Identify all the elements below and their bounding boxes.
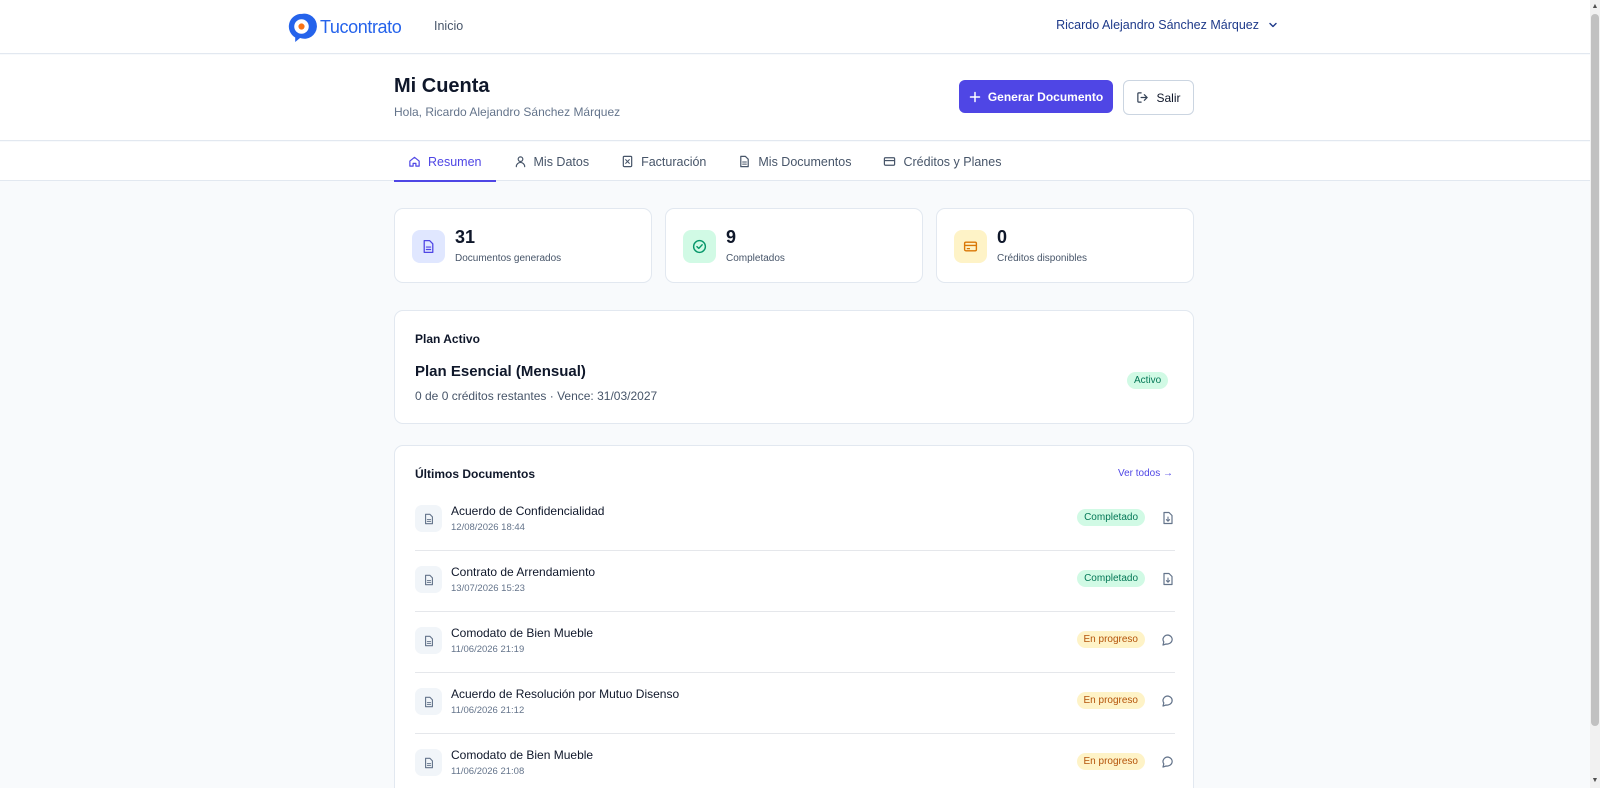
document-date: 12/08/2026 18:44 xyxy=(451,522,525,533)
document-icon xyxy=(415,627,442,654)
logout-icon xyxy=(1137,92,1149,103)
tab-label: Facturación xyxy=(641,154,707,169)
plus-icon xyxy=(969,91,981,102)
document-icon xyxy=(415,505,442,532)
logout-label: Salir xyxy=(1156,90,1181,105)
brand-name: Tucontrato xyxy=(320,17,402,37)
home-icon xyxy=(409,156,420,167)
document-title: Acuerdo de Confidencialidad xyxy=(451,504,605,518)
document-title: Contrato de Arrendamiento xyxy=(451,565,596,579)
tab-creditos-planes[interactable]: Créditos y Planes xyxy=(869,142,1015,181)
scroll-down-arrow-icon[interactable]: ▼ xyxy=(1591,776,1599,786)
nav-link-inicio[interactable]: Inicio xyxy=(434,19,463,33)
plan-status-badge: Activo xyxy=(1127,372,1169,389)
file-icon xyxy=(740,155,750,168)
documents-heading: Últimos Documentos xyxy=(415,467,536,481)
document-row[interactable]: Acuerdo de Confidencialidad 12/08/2026 1… xyxy=(415,490,1175,551)
account-tabs-bar: Resumen Mis Datos Facturación Mis Docume… xyxy=(0,142,1590,182)
logout-button[interactable]: Salir xyxy=(1123,80,1194,115)
stat-value: 9 xyxy=(726,227,737,247)
logo-pin-icon xyxy=(288,13,317,43)
see-all-link[interactable]: Ver todos → xyxy=(1118,468,1173,479)
user-icon xyxy=(515,156,525,168)
credit-card-icon xyxy=(963,241,978,252)
user-name: Ricardo Alejandro Sánchez Márquez xyxy=(1056,18,1259,32)
document-status-badge: En progreso xyxy=(1076,753,1145,770)
stat-label: Documentos generados xyxy=(455,253,562,264)
user-menu[interactable]: Ricardo Alejandro Sánchez Márquez xyxy=(1056,18,1278,32)
plan-info: 0 de 0 créditos restantes · Vence: 31/03… xyxy=(415,389,658,403)
document-date: 11/06/2026 21:19 xyxy=(451,644,525,655)
document-title: Acuerdo de Resolución por Mutuo Disenso xyxy=(451,687,680,701)
account-header: Mi Cuenta Hola, Ricardo Alejandro Sánche… xyxy=(0,55,1590,141)
recent-documents-card: Últimos Documentos Ver todos → Acuerdo d… xyxy=(394,445,1194,788)
stat-icon-bg xyxy=(412,230,445,263)
document-icon xyxy=(423,239,434,254)
document-icon xyxy=(415,688,442,715)
document-row[interactable]: Contrato de Arrendamiento 13/07/2026 15:… xyxy=(415,551,1175,612)
chat-bubble-icon[interactable] xyxy=(1161,694,1175,708)
document-title: Comodato de Bien Mueble xyxy=(451,748,594,762)
document-row[interactable]: Comodato de Bien Mueble 11/06/2026 21:19… xyxy=(415,612,1175,673)
document-row[interactable]: Comodato de Bien Mueble 11/06/2026 21:08… xyxy=(415,734,1175,788)
tab-label: Resumen xyxy=(428,154,482,169)
document-icon xyxy=(415,749,442,776)
stat-label: Créditos disponibles xyxy=(997,253,1088,264)
check-circle-icon xyxy=(692,239,707,254)
document-date: 11/06/2026 21:12 xyxy=(451,705,525,716)
tab-facturacion[interactable]: Facturación xyxy=(607,142,720,181)
chat-bubble-icon[interactable] xyxy=(1161,755,1175,769)
scrollbar-thumb[interactable] xyxy=(1591,14,1599,726)
tab-resumen[interactable]: Resumen xyxy=(394,142,496,182)
stat-value: 0 xyxy=(997,227,1008,247)
brand-logo[interactable]: Tucontrato xyxy=(286,12,402,43)
plan-heading: Plan Activo xyxy=(415,332,480,346)
active-plan-card: Plan Activo Plan Esencial (Mensual) 0 de… xyxy=(394,310,1194,424)
stat-card-completed: 9 Completados xyxy=(665,208,923,283)
tab-mis-documentos[interactable]: Mis Documentos xyxy=(724,142,865,181)
document-title: Comodato de Bien Mueble xyxy=(451,626,594,640)
generate-document-label: Generar Documento xyxy=(987,89,1104,104)
document-date: 13/07/2026 15:23 xyxy=(451,583,525,594)
download-file-icon[interactable] xyxy=(1161,572,1175,586)
stat-icon-bg xyxy=(954,230,987,263)
chevron-down-icon xyxy=(1269,22,1277,28)
page-title: Mi Cuenta xyxy=(394,75,490,97)
plan-name: Plan Esencial (Mensual) xyxy=(415,363,586,380)
chat-bubble-icon[interactable] xyxy=(1161,633,1175,647)
stat-value: 31 xyxy=(455,227,476,247)
document-status-badge: Completado xyxy=(1077,570,1145,587)
download-file-icon[interactable] xyxy=(1161,511,1175,525)
document-row[interactable]: Acuerdo de Resolución por Mutuo Disenso … xyxy=(415,673,1175,734)
credit-card-icon xyxy=(884,157,896,166)
scroll-up-arrow-icon[interactable]: ▲ xyxy=(1591,2,1599,12)
document-icon xyxy=(415,566,442,593)
stat-card-documents: 31 Documentos generados xyxy=(394,208,652,283)
tab-label: Mis Datos xyxy=(533,154,590,169)
page-scrollbar[interactable]: ▲ ▼ xyxy=(1590,0,1600,788)
stat-label: Completados xyxy=(726,253,785,264)
stat-icon-bg xyxy=(683,230,716,263)
tab-label: Créditos y Planes xyxy=(903,154,1002,169)
greeting-text: Hola, Ricardo Alejandro Sánchez Márquez xyxy=(394,105,621,119)
tab-mis-datos[interactable]: Mis Datos xyxy=(500,142,604,181)
stat-card-credits: 0 Créditos disponibles xyxy=(936,208,1194,283)
top-navbar: Tucontrato Inicio Ricardo Alejandro Sánc… xyxy=(0,0,1590,54)
receipt-icon xyxy=(622,155,633,168)
account-tabs: Resumen Mis Datos Facturación Mis Docume… xyxy=(394,142,1019,182)
document-status-badge: Completado xyxy=(1077,509,1145,526)
tab-label: Mis Documentos xyxy=(758,154,852,169)
document-status-badge: En progreso xyxy=(1076,631,1145,648)
generate-document-button[interactable]: Generar Documento xyxy=(959,80,1113,113)
document-status-badge: En progreso xyxy=(1076,692,1145,709)
document-date: 11/06/2026 21:08 xyxy=(451,766,525,777)
